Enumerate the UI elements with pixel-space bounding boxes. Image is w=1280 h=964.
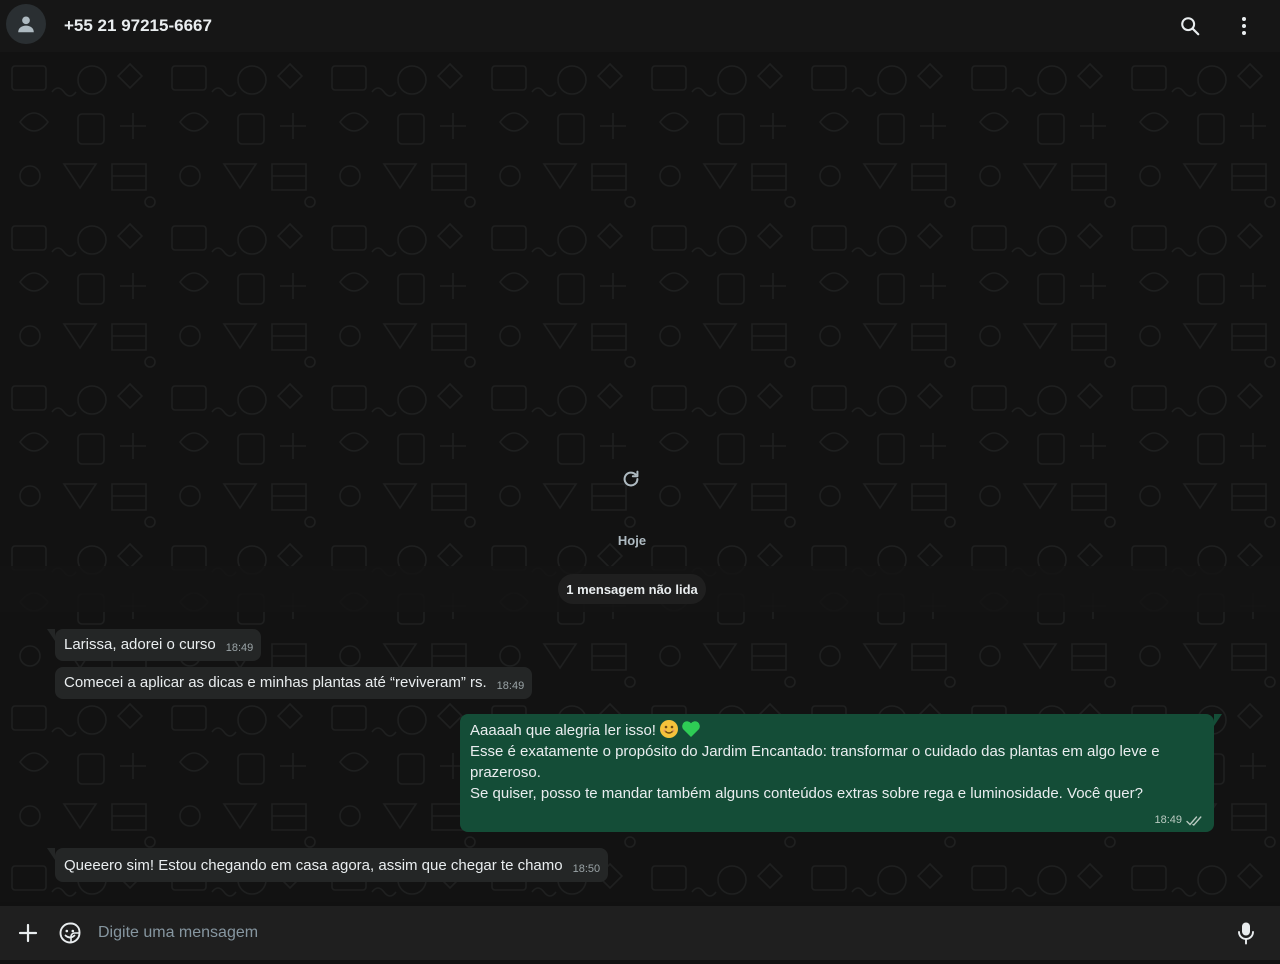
plus-icon bbox=[18, 923, 38, 943]
message-bubble-incoming[interactable]: Queeero sim! Estou chegando em casa agor… bbox=[47, 848, 609, 882]
search-button[interactable] bbox=[1170, 6, 1210, 46]
green-heart-emoji-icon bbox=[682, 721, 700, 737]
microphone-icon bbox=[1238, 922, 1254, 945]
message-list[interactable]: Hoje 1 mensagem não lida Larissa, adorei… bbox=[0, 52, 1280, 902]
message-text-line: prazeroso. bbox=[470, 764, 541, 781]
chat-header: +55 21 97215-6667 bbox=[0, 0, 1280, 52]
message-time: 18:50 bbox=[572, 863, 601, 875]
message-text: Queeero sim! Estou chegando em casa agor… bbox=[64, 857, 563, 874]
sticker-button[interactable] bbox=[50, 913, 90, 953]
attach-button[interactable] bbox=[8, 913, 48, 953]
kebab-menu-icon bbox=[1242, 17, 1246, 35]
message-time: 18:49 bbox=[1154, 814, 1182, 826]
default-user-avatar-icon bbox=[18, 16, 34, 33]
refresh-icon bbox=[623, 470, 639, 487]
message-text: Larissa, adorei o curso bbox=[64, 636, 216, 653]
message-time: 18:49 bbox=[225, 642, 254, 654]
message-bubble-outgoing[interactable]: Aaaaah que alegria ler isso! Esse é exat… bbox=[460, 714, 1222, 832]
message-text: Comecei a aplicar as dicas e minhas plan… bbox=[64, 674, 487, 691]
whatsapp-chat-window: +55 21 97215-6667 Hoje 1 mensagem não li… bbox=[0, 0, 1280, 964]
message-text-line: Aaaaah que alegria ler isso! bbox=[470, 720, 1204, 741]
load-more-button[interactable] bbox=[618, 466, 644, 492]
message-bubble-incoming[interactable]: Larissa, adorei o curso 18:49 bbox=[47, 629, 262, 661]
composer-bar bbox=[0, 906, 1280, 960]
message-input[interactable] bbox=[90, 913, 1226, 953]
message-time: 18:49 bbox=[496, 680, 525, 692]
date-separator: Hoje bbox=[617, 532, 647, 548]
message-bubble-incoming[interactable]: Comecei a aplicar as dicas e minhas plan… bbox=[55, 667, 533, 699]
search-icon bbox=[1181, 17, 1200, 36]
unread-count-notice: 1 mensagem não lida bbox=[558, 574, 706, 604]
message-meta: 18:49 bbox=[470, 810, 1204, 831]
menu-button[interactable] bbox=[1224, 6, 1264, 46]
smiling-face-emoji-icon bbox=[659, 720, 678, 738]
message-text-line: Se quiser, posso te mandar também alguns… bbox=[470, 785, 1143, 802]
double-check-read-icon bbox=[1186, 815, 1202, 826]
contact-name[interactable]: +55 21 97215-6667 bbox=[64, 16, 1156, 36]
sticker-icon bbox=[59, 922, 81, 944]
message-composer bbox=[0, 902, 1280, 964]
contact-avatar[interactable] bbox=[6, 4, 46, 44]
voice-message-button[interactable] bbox=[1226, 913, 1266, 953]
message-text-line: Esse é exatamente o propósito do Jardim … bbox=[470, 743, 1160, 760]
